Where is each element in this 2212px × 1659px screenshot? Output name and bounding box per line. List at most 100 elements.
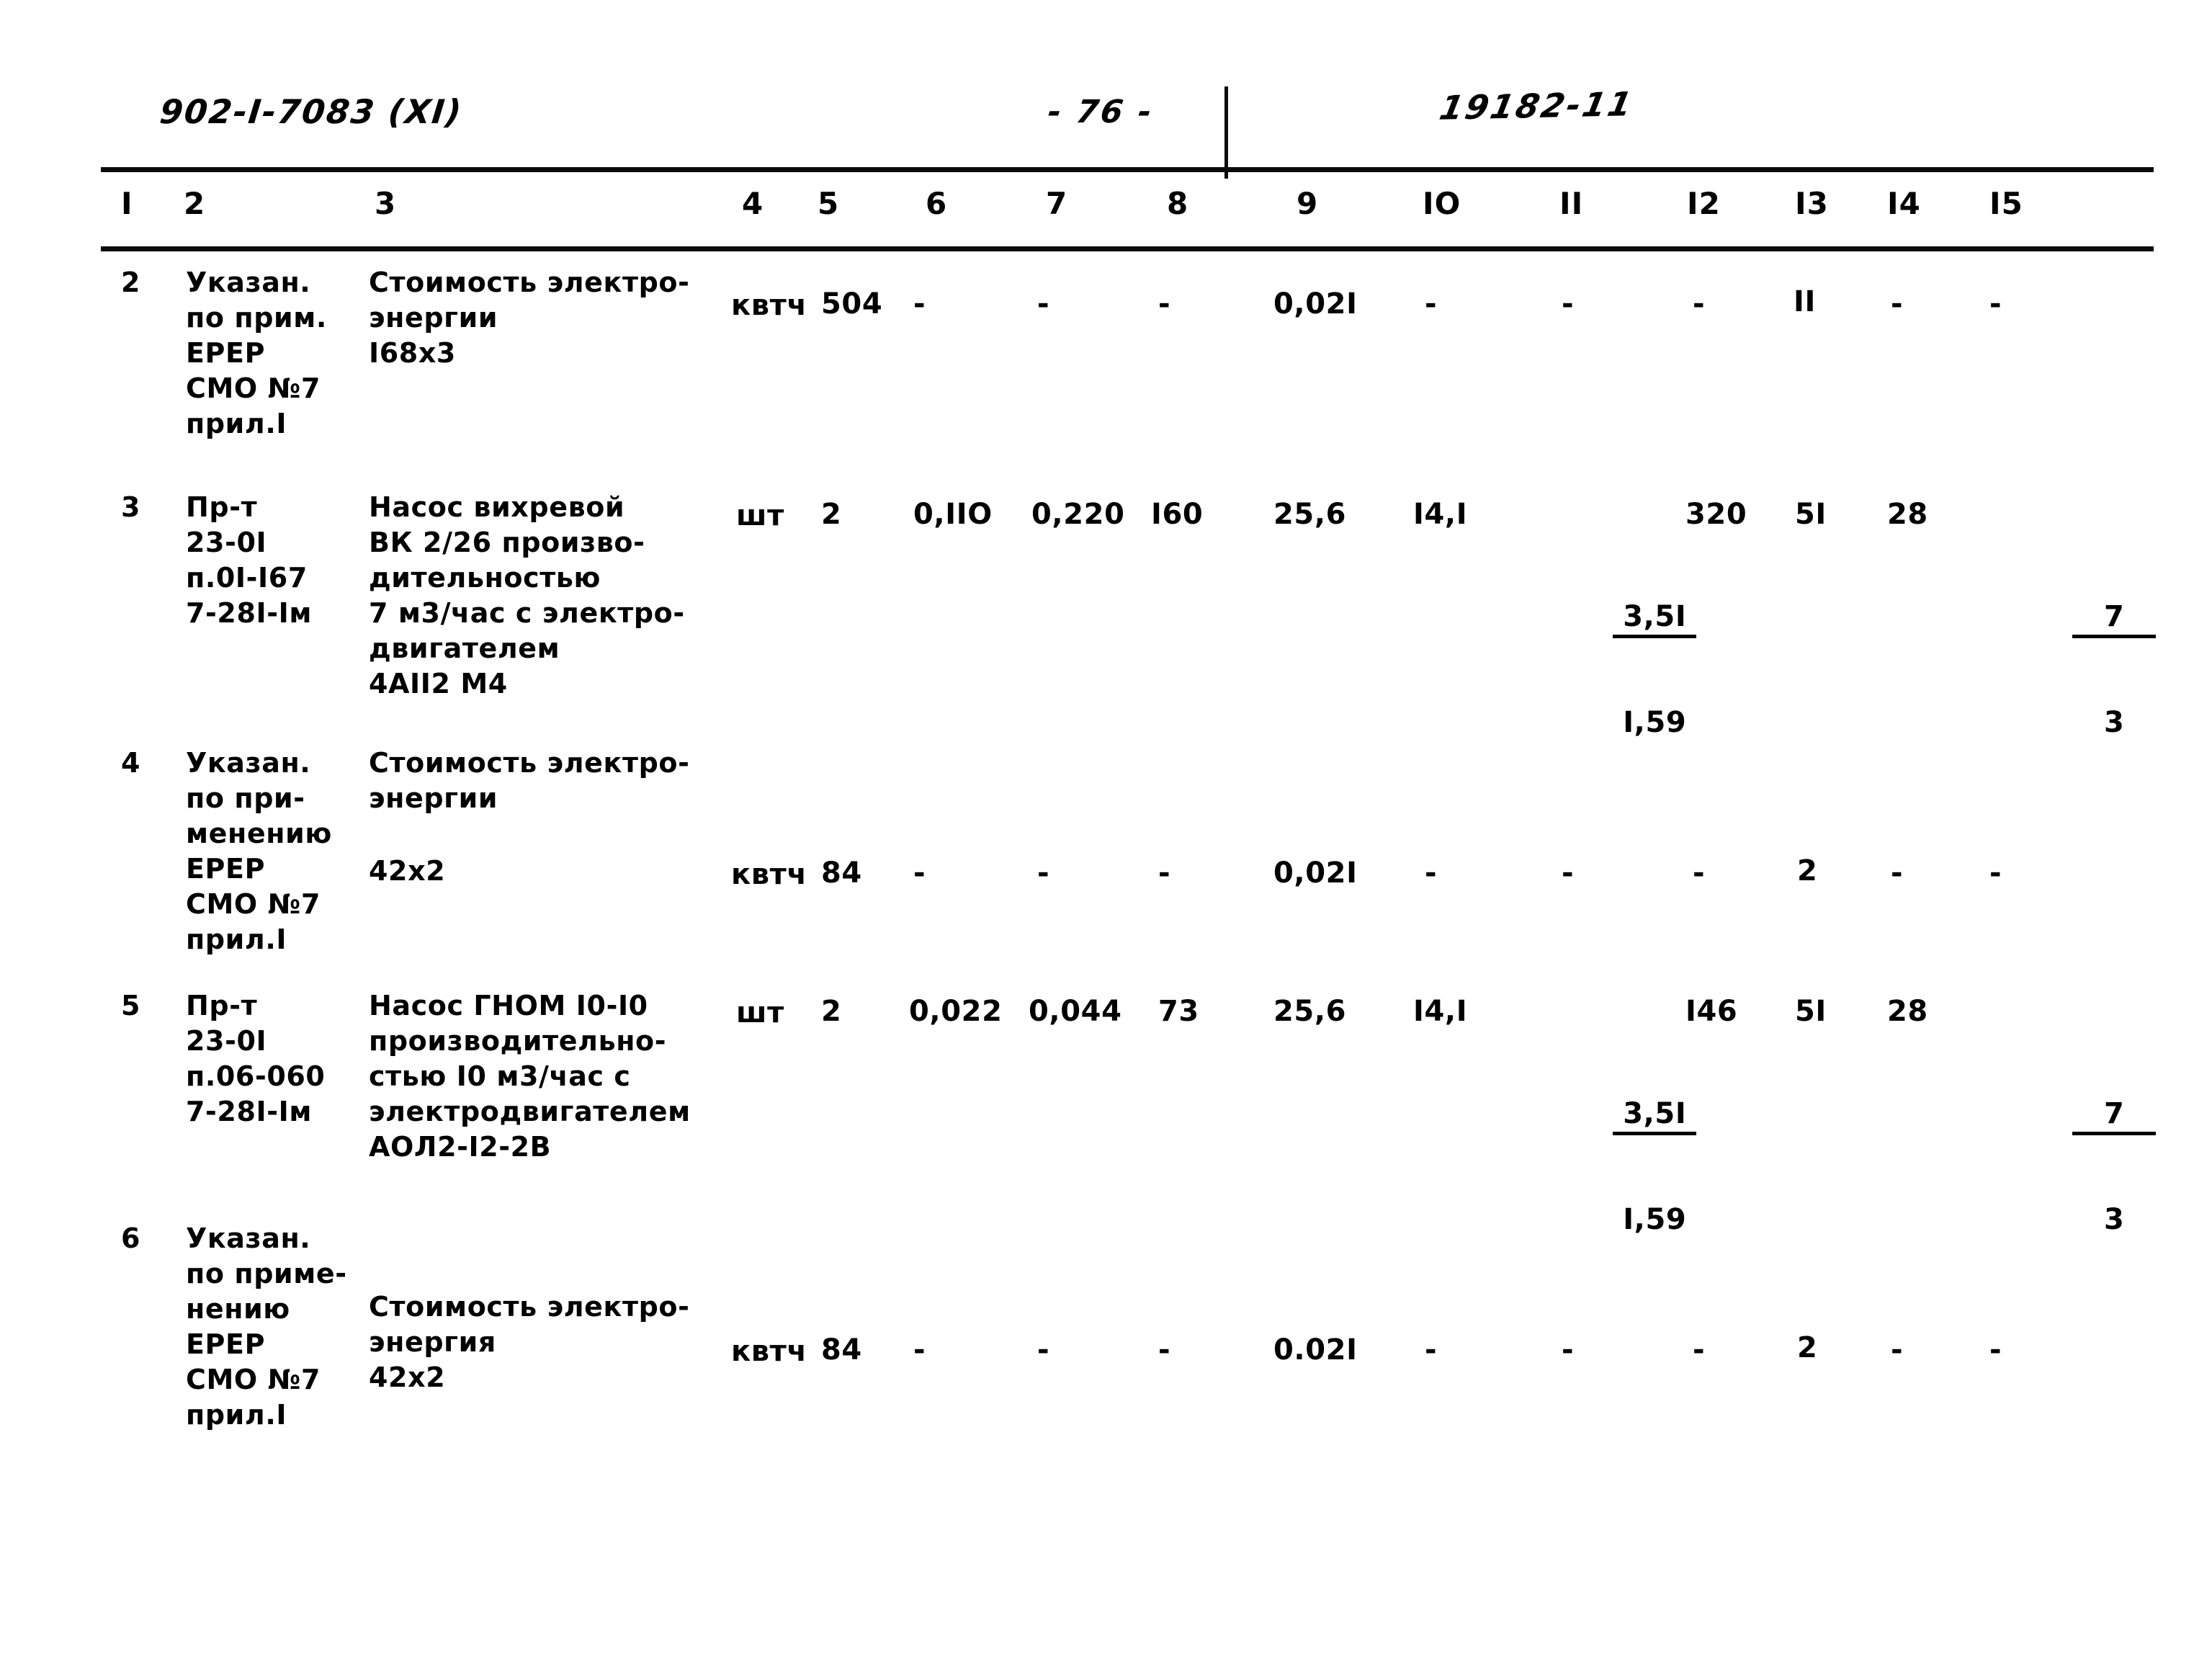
page-number: - 76 - [1045,94,1156,130]
document-code: 902-I-7083 (XI) [158,92,465,131]
row-col14: - [1891,1333,1904,1367]
row-col6: - [913,857,926,890]
row-number: 3 [121,491,141,523]
fraction-denominator: I,59 [1623,706,1687,739]
row-number: 4 [121,747,141,779]
row-col13: 5I [1795,995,1827,1028]
row-col7: 0,044 [1029,995,1122,1028]
row-description-2: 42х2 [369,1361,446,1393]
row-col10: - [1425,857,1438,890]
fraction: 7 3 [2072,532,2157,808]
fraction-denominator: 3 [2104,706,2125,739]
row-reference: Указан. по при- менению ЕРЕР СМО №7 прил… [186,747,332,955]
column-header-6: 6 [926,186,948,221]
row-col6: 0,022 [909,995,1003,1028]
row-col12: - [1693,857,1706,890]
row-col14: - [1891,857,1904,890]
row-col8: - [1158,287,1171,321]
fraction-numerator: 7 [2072,1097,2157,1135]
page-header: 902-I-7083 (XI) - 76 - 19182-11 [0,84,2212,156]
row-col11: - [1562,857,1575,890]
fraction: 3,5I I,59 [1613,1029,1697,1305]
row-col12: - [1693,287,1706,321]
row-reference: Пр-т 23-0I п.06-060 7-28I-Iм [186,990,326,1127]
row-col10: I4,I [1413,995,1468,1028]
row-description: Насос ГНОМ I0-I0 производительно- стью I… [369,990,691,1163]
row-description: Стоимость электро- энергии I68х3 [369,267,690,369]
row-col11-fraction: 3,5I I,59 [1550,994,1697,1341]
row-reference: Пр-т 23-0I п.0I-I67 7-28I-Iм [186,491,313,629]
fraction-numerator: 3,5I [1613,1097,1697,1135]
column-header-13: I3 [1795,186,1829,221]
row-col11-fraction: 3,5I I,59 [1550,497,1697,844]
row-col9: 25,6 [1273,995,1347,1028]
row-col15: - [1989,857,2002,890]
row-col13: 5I [1795,498,1827,531]
row-col7: - [1037,857,1050,890]
row-unit: шт [736,996,784,1029]
fraction: 3,5I I,59 [1613,532,1697,808]
row-col9: 0,02I [1273,287,1358,321]
scanned-document-page: 902-I-7083 (XI) - 76 - 19182-11 I 2 3 4 … [0,0,2212,1659]
row-qty: 84 [821,857,862,890]
row-col13: 2 [1797,854,1818,887]
row-col10: - [1425,1333,1438,1367]
column-header-9: 9 [1297,186,1319,221]
row-col7: 0,220 [1031,498,1125,531]
row-col12: I46 [1685,995,1738,1028]
row-col13: 2 [1797,1331,1818,1364]
header-vertical-divider [1224,86,1228,179]
row-col14: 28 [1887,995,1928,1028]
row-number: 6 [121,1222,141,1254]
row-col15: - [1989,1333,2002,1367]
row-col8: 73 [1158,995,1199,1028]
column-header-1: I [121,186,133,221]
row-col14: - [1891,287,1904,321]
row-col6: - [913,1333,926,1367]
table-header-rule [101,246,2154,251]
row-col8: - [1158,1333,1171,1367]
row-col9: 0.02I [1273,1333,1358,1367]
fraction-numerator: 3,5I [1613,600,1697,638]
row-col13: II [1794,285,1816,318]
row-qty: 2 [821,498,842,531]
row-col15: - [1989,287,2002,321]
column-header-15: I5 [1989,186,2023,221]
column-header-12: I2 [1687,186,1721,221]
row-description: Стоимость электро- энергия [369,1291,690,1358]
fraction-denominator: 3 [2104,1203,2125,1236]
row-qty: 2 [821,995,842,1028]
table-top-rule [101,167,2154,172]
row-col6: - [913,287,926,321]
row-col9: 25,6 [1273,498,1347,531]
column-header-2: 2 [184,186,206,221]
row-qty: 84 [821,1333,862,1367]
column-header-8: 8 [1167,186,1189,221]
row-col7: - [1037,287,1050,321]
column-header-5: 5 [818,186,840,221]
column-header-10: IO [1423,186,1461,221]
fraction-denominator: I,59 [1623,1203,1687,1236]
row-col15-fraction: 7 3 [2010,994,2157,1341]
handwritten-note: 19182-11 [1436,84,1637,128]
row-col6: 0,IIO [913,498,993,531]
row-col7: - [1037,1333,1050,1367]
row-col12: 320 [1685,498,1747,531]
column-header-3: 3 [375,186,397,221]
row-reference: Указан. по приме- нению ЕРЕР СМО №7 прил… [186,1222,347,1431]
column-header-7: 7 [1046,186,1068,221]
row-qty: 504 [821,287,883,321]
row-col11: - [1562,1333,1575,1367]
row-number: 5 [121,990,141,1021]
row-unit: квтч [731,858,807,891]
row-col8: - [1158,857,1171,890]
row-col11: - [1562,287,1575,321]
row-unit: квтч [731,1335,807,1368]
column-header-11: II [1559,186,1584,221]
row-col10: I4,I [1413,498,1468,531]
row-number: 2 [121,267,141,298]
row-description-2: 42х2 [369,855,446,887]
row-col14: 28 [1887,498,1928,531]
column-header-4: 4 [742,186,764,221]
row-col9: 0,02I [1273,857,1358,890]
